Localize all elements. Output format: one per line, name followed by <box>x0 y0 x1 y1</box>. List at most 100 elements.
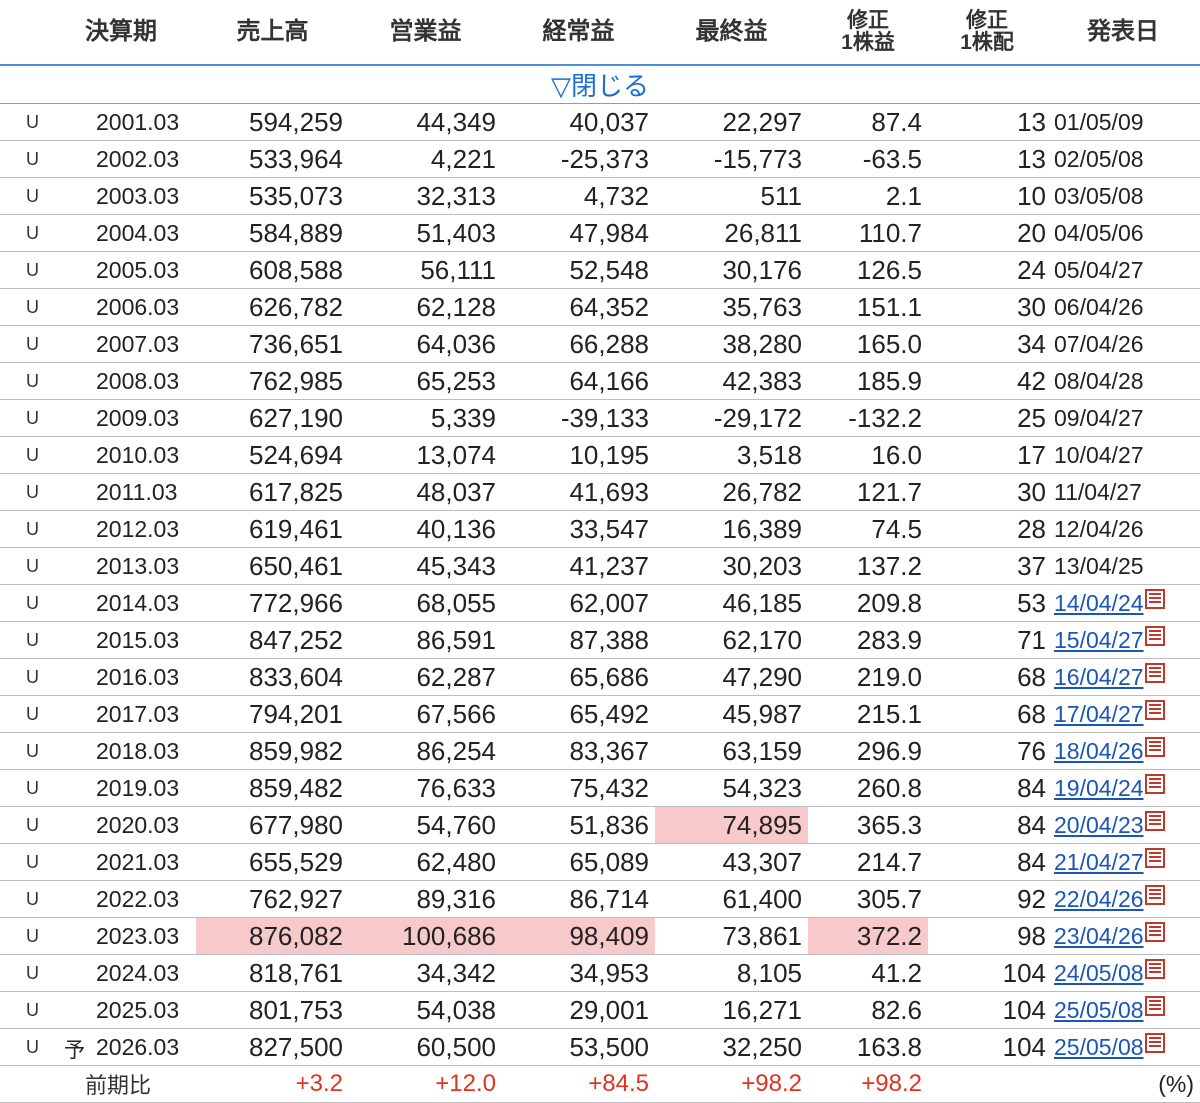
ord-cell: 65,089 <box>502 843 655 881</box>
ord-cell: 47,984 <box>502 214 655 252</box>
pdf-icon[interactable] <box>1144 959 1165 979</box>
announce-date-link[interactable]: 18/04/26 <box>1054 738 1144 764</box>
op-cell: 13,074 <box>349 436 502 474</box>
op-cell: 56,111 <box>349 251 502 289</box>
pdf-icon[interactable] <box>1144 737 1165 757</box>
period-cell: 2009.03 <box>46 399 196 437</box>
announce-date-link[interactable]: 20/04/23 <box>1054 812 1144 838</box>
net-cell: 46,185 <box>655 584 808 622</box>
period-cell: 2014.03 <box>46 584 196 622</box>
table-row: U 2008.03 762,985 65,253 64,166 42,383 185.9 42… <box>0 362 1200 400</box>
announce-date-link[interactable]: 17/04/27 <box>1054 701 1144 727</box>
collapse-toggle[interactable]: ▽閉じる <box>0 65 1200 104</box>
unit-flag: U <box>0 658 46 696</box>
period-cell: 2020.03 <box>46 806 196 844</box>
sales-cell: 627,190 <box>196 399 349 437</box>
ord-cell: 75,432 <box>502 769 655 807</box>
announce-date-cell: 05/04/27 <box>1046 251 1200 289</box>
period-label: 2016.03 <box>96 663 180 690</box>
period-label: 2018.03 <box>96 737 180 764</box>
net-cell: 511 <box>655 177 808 215</box>
announce-date-link[interactable]: 16/04/27 <box>1054 664 1144 690</box>
sales-cell: 772,966 <box>196 584 349 622</box>
pdf-icon[interactable] <box>1144 774 1165 794</box>
period-cell: 2022.03 <box>46 880 196 918</box>
period-cell: 2001.03 <box>46 103 196 141</box>
ord-cell: 40,037 <box>502 103 655 141</box>
header-eps: 修正 1株益 <box>808 0 928 66</box>
pdf-icon[interactable] <box>1144 885 1165 905</box>
eps-cell: -132.2 <box>808 399 928 437</box>
pdf-icon[interactable] <box>1144 589 1165 609</box>
dividend-cell: 17 <box>928 436 1046 474</box>
pdf-icon[interactable] <box>1144 626 1165 646</box>
period-cell: 2017.03 <box>46 695 196 733</box>
pdf-icon[interactable] <box>1144 663 1165 683</box>
pdf-icon[interactable] <box>1144 700 1165 720</box>
pdf-icon[interactable] <box>1144 848 1165 868</box>
op-cell: 86,591 <box>349 621 502 659</box>
announce-date: 12/04/26 <box>1054 515 1144 542</box>
pdf-icon[interactable] <box>1144 996 1165 1016</box>
dividend-cell: 24 <box>928 251 1046 289</box>
collapse-toggle-label[interactable]: ▽閉じる <box>551 71 649 101</box>
pdf-icon[interactable] <box>1144 811 1165 831</box>
announce-date-link[interactable]: 25/05/08 <box>1054 997 1144 1023</box>
announce-date-link[interactable]: 24/05/08 <box>1054 960 1144 986</box>
table-row: U 2014.03 772,966 68,055 62,007 46,185 209.8 53… <box>0 584 1200 622</box>
ord-cell: 51,836 <box>502 806 655 844</box>
pdf-icon[interactable] <box>1144 922 1165 942</box>
announce-date-link[interactable]: 15/04/27 <box>1054 627 1144 653</box>
header-announce-date: 発表日 <box>1046 0 1200 66</box>
ord-cell: 64,166 <box>502 362 655 400</box>
announce-date: 01/05/09 <box>1054 108 1144 135</box>
op-cell: 76,633 <box>349 769 502 807</box>
period-label: 2022.03 <box>96 885 180 912</box>
announce-date-link[interactable]: 14/04/24 <box>1054 590 1144 616</box>
ord-cell: 62,007 <box>502 584 655 622</box>
sales-cell: 619,461 <box>196 510 349 548</box>
announce-date-cell: 12/04/26 <box>1046 510 1200 548</box>
sales-cell: 827,500 <box>196 1028 349 1066</box>
sales-cell: 617,825 <box>196 473 349 511</box>
period-label: 2003.03 <box>96 182 180 209</box>
announce-date-cell: 17/04/27 <box>1046 695 1200 733</box>
period-cell: 2010.03 <box>46 436 196 474</box>
sales-cell: 859,482 <box>196 769 349 807</box>
announce-date: 05/04/27 <box>1054 256 1144 283</box>
dividend-cell: 13 <box>928 103 1046 141</box>
pdf-icon[interactable] <box>1144 1033 1165 1053</box>
table-row: U 2004.03 584,889 51,403 47,984 26,811 110.7 20… <box>0 214 1200 252</box>
net-cell: 30,176 <box>655 251 808 289</box>
dividend-cell: 76 <box>928 732 1046 770</box>
eps-cell: 209.8 <box>808 584 928 622</box>
period-cell: 2011.03 <box>46 473 196 511</box>
op-cell: 60,500 <box>349 1028 502 1066</box>
sales-cell: 650,461 <box>196 547 349 585</box>
eps-cell: 151.1 <box>808 288 928 326</box>
net-cell: 32,250 <box>655 1028 808 1066</box>
announce-date-cell: 21/04/27 <box>1046 843 1200 881</box>
period-cell: 2025.03 <box>46 991 196 1029</box>
announce-date-cell: 25/05/08 <box>1046 1028 1200 1066</box>
announce-date-link[interactable]: 22/04/26 <box>1054 886 1144 912</box>
announce-date-link[interactable]: 25/05/08 <box>1054 1034 1144 1060</box>
sales-cell: 794,201 <box>196 695 349 733</box>
unit-flag: U <box>0 769 46 807</box>
header-period: 決算期 <box>46 0 196 66</box>
announce-date-link[interactable]: 23/04/26 <box>1054 923 1144 949</box>
op-cell: 100,686 <box>349 917 502 955</box>
announce-date-link[interactable]: 21/04/27 <box>1054 849 1144 875</box>
op-cell: 65,253 <box>349 362 502 400</box>
announce-date: 02/05/08 <box>1054 145 1144 172</box>
table-row: U 2017.03 794,201 67,566 65,492 45,987 215.1 68… <box>0 695 1200 733</box>
ord-cell: 87,388 <box>502 621 655 659</box>
net-cell: 47,290 <box>655 658 808 696</box>
announce-date-link[interactable]: 19/04/24 <box>1054 775 1144 801</box>
ord-cell: 86,714 <box>502 880 655 918</box>
period-cell: 予 2026.03 <box>46 1028 196 1066</box>
dividend-cell: 10 <box>928 177 1046 215</box>
period-cell: 2008.03 <box>46 362 196 400</box>
period-label: 2014.03 <box>96 589 180 616</box>
net-cell: -29,172 <box>655 399 808 437</box>
